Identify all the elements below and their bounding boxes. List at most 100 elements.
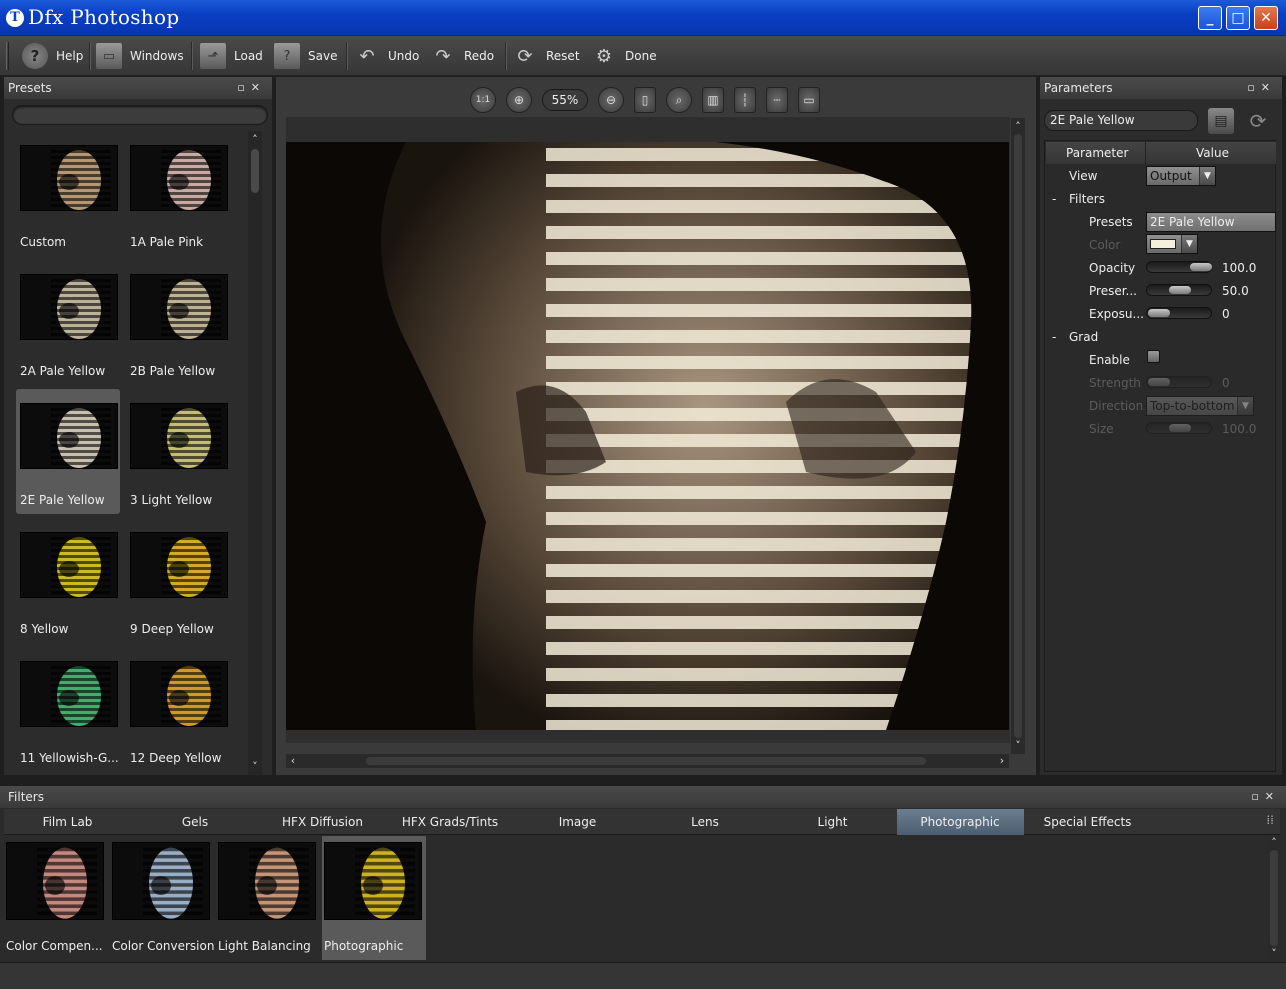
save-button[interactable]: ? Save: [274, 40, 337, 72]
scroll-down-arrow[interactable]: ˅: [1267, 947, 1281, 960]
close-panel-icon[interactable]: ✕: [1265, 790, 1280, 803]
tab-photographic[interactable]: Photographic: [896, 809, 1024, 835]
preset-tile[interactable]: 3 Light Yellow: [126, 389, 230, 514]
minimize-button[interactable]: _: [1198, 6, 1222, 30]
redo-button[interactable]: ↷ Redo: [430, 40, 494, 72]
strength-slider[interactable]: [1146, 376, 1212, 388]
canvas-vscroll[interactable]: ˄ ˅: [1011, 118, 1025, 754]
preview-image[interactable]: [286, 142, 1009, 730]
canvas-hscroll[interactable]: ‹ ›: [286, 754, 1009, 768]
help-button[interactable]: ? Help: [22, 40, 83, 72]
filters-collapse-toggle[interactable]: -: [1052, 192, 1056, 206]
scroll-down-arrow[interactable]: ˅: [248, 760, 262, 773]
scroll-thumb[interactable]: [251, 149, 259, 193]
single-view-icon[interactable]: ▭: [798, 87, 820, 113]
size-slider[interactable]: [1146, 422, 1212, 434]
slider-knob[interactable]: [1148, 378, 1170, 386]
slider-knob[interactable]: [1190, 263, 1212, 271]
parameters-panel-controls[interactable]: ▫✕: [1247, 77, 1276, 99]
opacity-slider[interactable]: [1146, 261, 1212, 273]
preserve-value[interactable]: 50.0: [1222, 284, 1249, 298]
split-horizontal-icon[interactable]: ┄: [766, 87, 788, 113]
slider-knob[interactable]: [1169, 424, 1191, 432]
scroll-up-arrow[interactable]: ˄: [248, 133, 262, 146]
tab-hfx-diffusion[interactable]: HFX Diffusion: [259, 809, 386, 835]
size-value[interactable]: 100.0: [1222, 422, 1256, 436]
scroll-down-arrow[interactable]: ˅: [1011, 739, 1025, 752]
slider-knob[interactable]: [1169, 286, 1191, 294]
enable-checkbox[interactable]: [1147, 350, 1160, 363]
slider-knob[interactable]: [1148, 309, 1170, 317]
done-label: Done: [625, 49, 657, 63]
scroll-left-arrow[interactable]: ‹: [286, 754, 300, 767]
exposure-value[interactable]: 0: [1222, 307, 1230, 321]
toolbar-grip[interactable]: [6, 42, 9, 70]
magnifier-icon[interactable]: ⌕: [666, 87, 692, 113]
filter-tile[interactable]: Light Balancing: [216, 836, 320, 960]
color-swatch-picker[interactable]: ▼: [1146, 234, 1198, 254]
close-panel-icon[interactable]: ✕: [1261, 81, 1276, 94]
preset-tile[interactable]: 2A Pale Yellow: [16, 260, 120, 385]
scroll-thumb[interactable]: [1014, 134, 1022, 738]
tab-film-lab[interactable]: Film Lab: [4, 809, 131, 835]
preset-tile[interactable]: 2B Pale Yellow: [126, 260, 230, 385]
filters-panel-controls[interactable]: ▫✕: [1251, 786, 1280, 808]
zoom-1to1-button[interactable]: 1:1: [470, 87, 496, 113]
tab-special-effects[interactable]: Special Effects: [1024, 809, 1151, 835]
preset-tile[interactable]: 2E Pale Yellow: [16, 389, 120, 514]
preset-search-input[interactable]: [12, 105, 268, 125]
tab-hfx-grads-tints[interactable]: HFX Grads/Tints: [387, 809, 514, 835]
tab-gels[interactable]: Gels: [132, 809, 259, 835]
fit-view-icon[interactable]: ▯: [634, 87, 656, 113]
presets-param-select[interactable]: 2E Pale Yellow: [1146, 212, 1276, 232]
preset-tile[interactable]: 9 Deep Yellow: [126, 518, 230, 643]
float-panel-icon[interactable]: ▫: [237, 81, 250, 94]
undo-button[interactable]: ↶ Undo: [354, 40, 419, 72]
load-button[interactable]: ⬏ Load: [200, 40, 263, 72]
direction-select[interactable]: Top-to-bottom ▼: [1146, 396, 1254, 416]
scroll-right-arrow[interactable]: ›: [995, 754, 1009, 767]
tab-image[interactable]: Image: [514, 809, 641, 835]
scroll-thumb[interactable]: [1270, 850, 1278, 946]
done-button[interactable]: ⚙ Done: [591, 40, 657, 72]
preset-tile[interactable]: Custom: [16, 131, 120, 256]
refresh-preset-icon[interactable]: ⟳: [1244, 108, 1272, 134]
exposure-slider[interactable]: [1146, 307, 1212, 319]
float-panel-icon[interactable]: ▫: [1251, 790, 1264, 803]
tab-light[interactable]: Light: [769, 809, 896, 835]
preset-name-field[interactable]: 2E Pale Yellow: [1044, 110, 1198, 131]
tab-lens[interactable]: Lens: [642, 809, 769, 835]
close-window-button[interactable]: ✕: [1254, 6, 1278, 30]
float-panel-icon[interactable]: ▫: [1247, 81, 1260, 94]
preset-tile[interactable]: 12 Deep Yellow: [126, 647, 230, 772]
filter-tile[interactable]: Photographic: [322, 836, 426, 960]
preset-thumbnail: [20, 145, 118, 211]
zoom-in-icon[interactable]: ⊕: [506, 87, 532, 113]
preset-tile[interactable]: 8 Yellow: [16, 518, 120, 643]
preserve-slider[interactable]: [1146, 284, 1212, 296]
strength-value[interactable]: 0: [1222, 376, 1230, 390]
filter-tile[interactable]: Color Compen...: [4, 836, 108, 960]
zoom-out-icon[interactable]: ⊖: [598, 87, 624, 113]
split-vertical-icon[interactable]: ┆: [734, 87, 756, 113]
preset-tile[interactable]: 11 Yellowish-G...: [16, 647, 120, 772]
presets-scrollbar[interactable]: ˄ ˅: [248, 131, 262, 775]
view-select[interactable]: Output ▼: [1146, 166, 1216, 186]
presets-panel-controls[interactable]: ▫✕: [237, 77, 266, 99]
split-view-icon[interactable]: ▥: [702, 87, 724, 113]
reset-button[interactable]: ⟳ Reset: [512, 40, 579, 72]
save-preset-icon[interactable]: ▤: [1208, 108, 1234, 134]
scroll-up-arrow[interactable]: ˄: [1267, 836, 1281, 849]
windows-button[interactable]: ▭ Windows: [96, 40, 184, 72]
filters-scrollbar[interactable]: ˄ ˅: [1267, 836, 1281, 960]
grid-view-icon[interactable]: ⁞⁞: [1266, 813, 1274, 827]
filter-tile[interactable]: Color Conversion: [110, 836, 214, 960]
maximize-button[interactable]: □: [1226, 6, 1250, 30]
scroll-thumb[interactable]: [366, 757, 926, 765]
scroll-up-arrow[interactable]: ˄: [1011, 120, 1025, 133]
opacity-value[interactable]: 100.0: [1222, 261, 1256, 275]
close-panel-icon[interactable]: ✕: [251, 81, 266, 94]
preset-tile[interactable]: 1A Pale Pink: [126, 131, 230, 256]
zoom-level[interactable]: 55%: [542, 89, 588, 111]
grad-collapse-toggle[interactable]: -: [1052, 330, 1056, 344]
